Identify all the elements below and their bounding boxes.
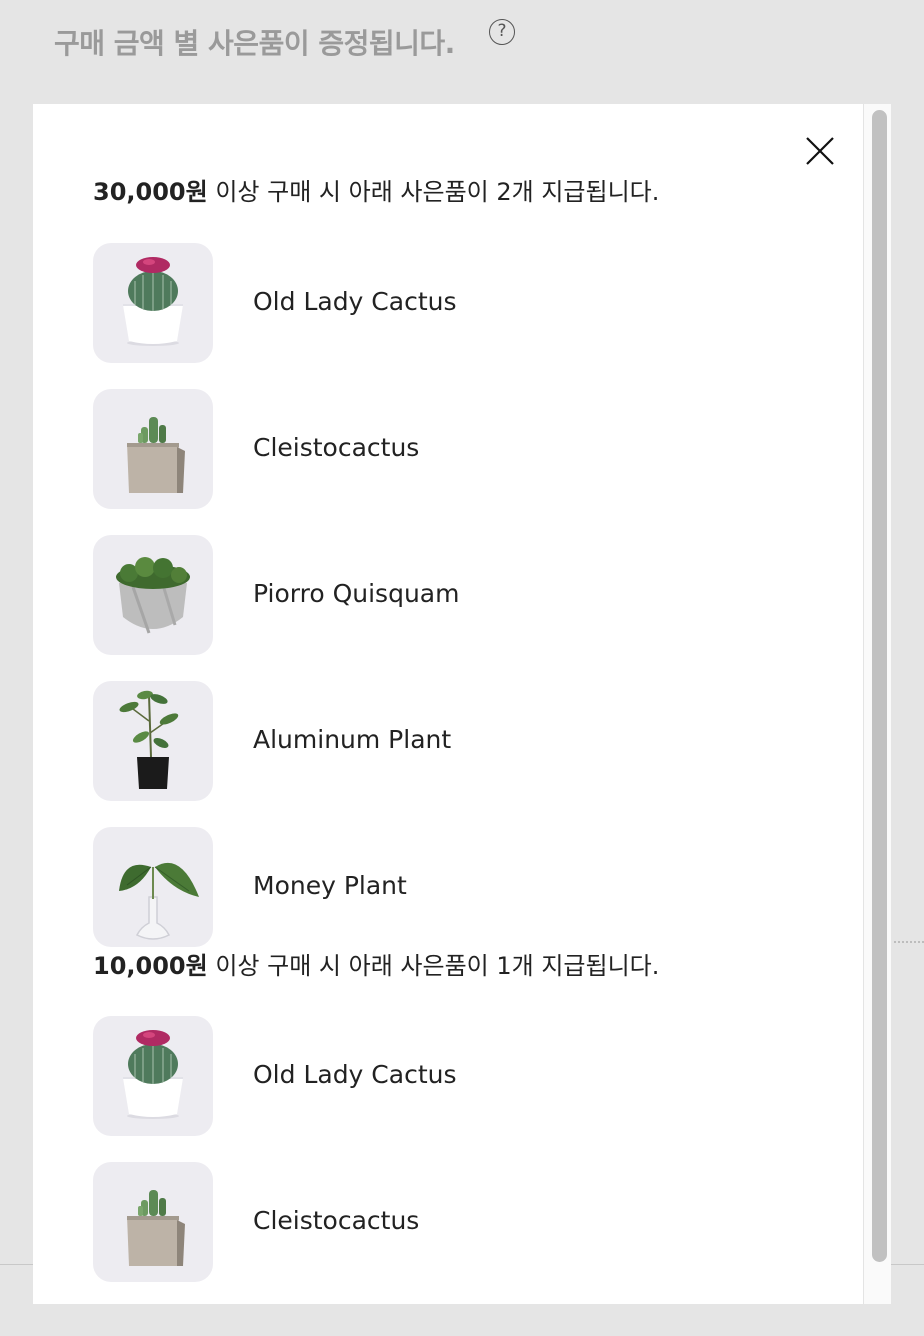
gift-name: Cleistocactus (253, 433, 420, 462)
gift-name: Aluminum Plant (253, 725, 452, 754)
close-icon[interactable] (804, 135, 836, 167)
gift-name: Old Lady Cactus (253, 1060, 457, 1089)
gift-item[interactable]: Cleistocactus (93, 389, 793, 509)
gift-item[interactable]: Money Plant (93, 827, 793, 947)
gift-modal: 30,000원 이상 구매 시 아래 사은품이 2개 지급됩니다. Old La… (33, 104, 891, 1304)
tier-heading: 30,000원 이상 구매 시 아래 사은품이 2개 지급됩니다. (93, 172, 659, 207)
tier-description: 이상 구매 시 아래 사은품이 1개 지급됩니다. (207, 952, 660, 980)
gift-item[interactable]: Piorro Quisquam (93, 535, 793, 655)
gift-name: Money Plant (253, 871, 407, 900)
scrollbar-thumb[interactable] (872, 110, 887, 1262)
tier-amount: 30,000원 (93, 178, 208, 206)
gift-item[interactable]: Old Lady Cactus (93, 243, 793, 363)
gift-name: Old Lady Cactus (253, 287, 457, 316)
gift-item[interactable]: Old Lady Cactus (93, 1016, 793, 1136)
tier-amount: 10,000원 (93, 952, 208, 980)
cactus-square-pot-icon (93, 389, 213, 509)
tier-heading: 10,000원 이상 구매 시 아래 사은품이 1개 지급됩니다. (93, 946, 659, 981)
moss-stone-pot-icon (93, 535, 213, 655)
page-title: 구매 금액 별 사은품이 증정됩니다. (54, 27, 455, 60)
gift-name: Piorro Quisquam (253, 579, 460, 608)
gift-item[interactable]: Cleistocactus (93, 1162, 793, 1282)
help-icon[interactable]: ? (489, 19, 515, 45)
cactus-square-pot-icon (93, 1162, 213, 1282)
gift-item[interactable]: Aluminum Plant (93, 681, 793, 801)
plant-black-bag-icon (93, 681, 213, 801)
scrollbar[interactable] (863, 104, 891, 1304)
cactus-white-pot-icon (93, 1016, 213, 1136)
gift-name: Cleistocactus (253, 1206, 420, 1235)
divider (894, 941, 924, 943)
cactus-white-pot-icon (93, 243, 213, 363)
tier-description: 이상 구매 시 아래 사은품이 2개 지급됩니다. (207, 178, 660, 206)
leaf-glass-vase-icon (93, 827, 213, 947)
